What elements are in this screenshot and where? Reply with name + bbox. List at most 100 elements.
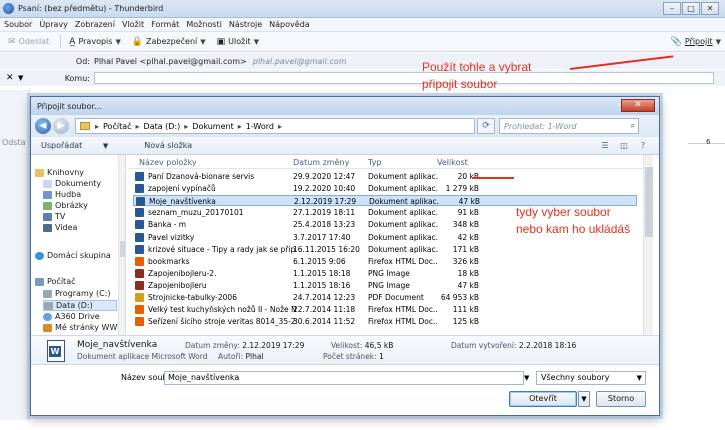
filename-input[interactable]: Moje_navštívenka [164,371,524,385]
table-row[interactable]: Zapojenibojleru-2. 1.1.2015 18:18 PNG Imag… [133,268,637,279]
send-button[interactable]: ✉ Odeslat [4,34,53,49]
recipient-type-dropdown[interactable]: ▼ [18,74,23,82]
list-scrollbar[interactable] [643,155,653,335]
nav-item-music[interactable]: Hudba [43,190,81,199]
nav-item-programs-c[interactable]: Programy (C:) [43,289,111,298]
column-name[interactable]: Název položky [139,158,197,167]
file-name-cell: Moje_navštívenka [149,197,216,207]
refresh-icon[interactable]: ⟳ [477,118,495,134]
breadcrumb-dokument[interactable]: Dokument [192,122,233,131]
word-document-icon [135,208,144,218]
menu-insert[interactable]: Vložit [122,20,144,29]
nav-item-videos[interactable]: Videa [43,223,77,232]
annotation-line: Použít tohle a vybrat [422,60,532,74]
table-row[interactable]: Seřízení šicího stroje veritas 8014_35-2… [133,316,637,327]
nav-item-homegroup[interactable]: Domácí skupina [35,251,111,260]
spellcheck-button[interactable]: A̲ Pravopis ▼ [65,34,125,49]
cancel-button[interactable]: Storno [596,391,646,407]
drive-icon [44,301,53,310]
search-placeholder: Prohledat: 1-Word [504,121,577,131]
close-button[interactable]: ✕ [701,2,719,15]
column-type[interactable]: Typ [368,158,381,167]
compose-body-right[interactable] [680,90,725,420]
maximize-button[interactable]: □ [682,2,700,15]
attach-button[interactable]: 📎 Připojit ▼ [671,34,721,49]
organize-label: Uspořádat [41,141,83,150]
details-size: Velikost: 46,5 kB [331,341,393,350]
nav-item-a360-drive[interactable]: A360 Drive [43,312,100,321]
scroll-thumb[interactable] [645,167,653,237]
chevron-down-icon[interactable]: ▼ [254,38,259,46]
word-document-icon [136,197,145,207]
filename-dropdown-icon[interactable]: ▼ [524,374,529,382]
menu-file[interactable]: Soubor [4,20,32,29]
filetype-select[interactable]: Všechny soubory ▼ [536,371,646,385]
web-icon [43,323,52,332]
menu-tools[interactable]: Nástroje [229,20,262,29]
menu-edit[interactable]: Úpravy [39,20,68,29]
breadcrumb[interactable]: ▸ Počítač ▸ Data (D:) ▸ Dokument ▸ 1-Wor… [75,118,475,134]
nav-item-tv[interactable]: TV [43,212,65,221]
column-size[interactable]: Velikost [437,158,468,167]
file-type-cell: Dokument aplikac... [368,184,438,194]
organize-button[interactable]: Uspořádat ▼ [41,141,126,150]
to-input[interactable] [94,72,714,84]
nav-label: TV [55,212,66,221]
security-button[interactable]: 🔒 Zabezpečení ▼ [128,34,210,49]
details-filename: Moje_navštívenka [77,340,158,350]
table-row[interactable]: bookmarks 6.1.2015 9:06 Firefox HTML Doc..… [133,256,637,267]
chevron-down-icon[interactable]: ▼ [115,38,120,46]
back-icon[interactable]: ◀ [35,118,51,134]
menu-options[interactable]: Možnosti [186,20,222,29]
nav-item-libraries[interactable]: Knihovny [35,168,84,177]
table-row[interactable]: Strojnicke-tabulky-2006 24.7.2014 12:23 PD… [133,292,637,303]
menu-format[interactable]: Formát [151,20,179,29]
file-size-cell: 111 kB [452,305,479,315]
word-document-icon [135,232,144,242]
nav-item-documents[interactable]: Dokumenty [43,179,101,188]
file-name-cell: Zapojenibojleru [148,280,207,290]
remove-recipient-icon[interactable]: ✕ [6,73,14,83]
table-row[interactable]: Velký test kuchyňských nožů II - Nože Nů… [133,304,637,315]
file-type-cell: Dokument aplikac... [369,197,439,207]
breadcrumb-data-drive[interactable]: Data (D:) [144,122,181,131]
breadcrumb-computer[interactable]: Počítač [103,122,132,131]
breadcrumb-1-word[interactable]: 1-Word [246,122,274,131]
minimize-button[interactable]: – [663,2,681,15]
nav-scrollbar[interactable] [118,155,125,335]
preview-pane-icon[interactable]: ◫ [616,140,632,152]
table-row[interactable]: krizové situace - Tipy a rady jak se při… [133,244,637,255]
new-folder-button[interactable]: Nová složka [144,141,192,150]
table-row[interactable]: zapojení vypínačů 19.2.2020 10:40 Dokument… [133,183,637,194]
file-date-cell: 3.7.2017 17:40 [293,232,351,242]
open-options-dropdown[interactable]: ▼ [578,391,590,407]
send-label: Odeslat [18,37,50,46]
view-options-icon[interactable]: ☰ [597,140,613,152]
table-row[interactable]: Paní Dzanová-bionare servis 29.9.2020 12:… [133,171,637,182]
word-document-icon [135,172,144,181]
save-button[interactable]: ▣ Uložit ▼ [213,34,263,49]
chevron-down-icon[interactable]: ▼ [200,38,205,46]
help-icon[interactable]: ? [635,140,651,152]
nav-item-computer[interactable]: Počítač [35,277,76,286]
nav-item-data-d[interactable]: Data (D:) [43,300,117,311]
forward-icon[interactable]: ▶ [53,118,69,134]
nav-item-pictures[interactable]: Obrázky [43,201,88,210]
menu-view[interactable]: Zobrazení [75,20,115,29]
file-size-cell: 326 kB [452,256,479,266]
table-row[interactable]: Zapojenibojleru 1.1.2015 18:16 PNG Image 47… [133,280,637,291]
thunderbird-icon [3,3,14,14]
open-button[interactable]: Otevřít [509,391,577,407]
dialog-close-button[interactable]: ✕ [621,99,655,112]
from-select[interactable]: Plhal Pavel <plhal.pavel@gmail.com> [94,57,247,66]
column-date[interactable]: Datum změny [293,158,349,167]
chevron-down-icon[interactable]: ▼ [716,38,721,46]
scroll-thumb[interactable] [120,241,125,257]
firefox-html-icon [135,317,144,327]
nav-label: Počítač [47,277,76,286]
breadcrumb-separator: ▸ [184,121,189,131]
menu-help[interactable]: Nápověda [269,20,310,29]
search-input[interactable]: Prohledat: 1-Word ⌕ [499,118,639,134]
nav-item-web-pages[interactable]: Mé stránky WWW [43,323,125,332]
firefox-html-icon [135,305,144,315]
